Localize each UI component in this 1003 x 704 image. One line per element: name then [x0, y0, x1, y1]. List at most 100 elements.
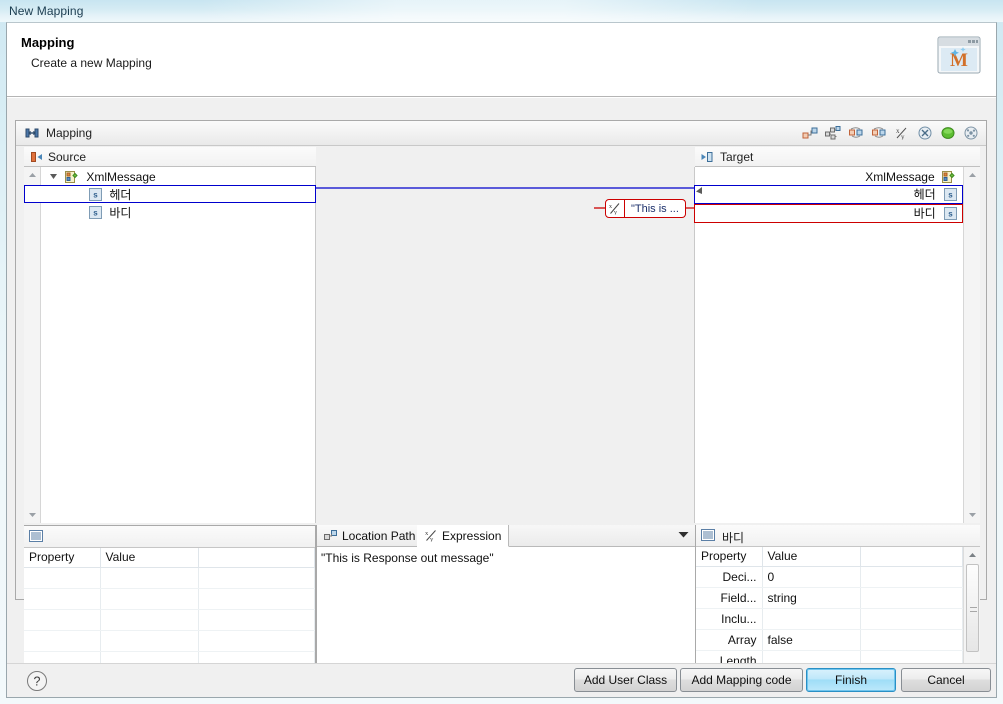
settings-icon[interactable] — [962, 124, 980, 142]
table-header-row: Property Value — [696, 547, 963, 566]
cell-extra — [860, 629, 963, 650]
table-row[interactable] — [24, 588, 315, 609]
tab-location-path[interactable]: Location Path — [317, 525, 423, 547]
scroll-down-icon[interactable] — [24, 507, 41, 523]
source-vertical-scrollbar[interactable] — [24, 167, 41, 523]
finish-button[interactable]: Finish — [806, 668, 896, 692]
cell-property — [24, 630, 100, 651]
target-properties-title: 바디 — [722, 529, 744, 546]
tree-item-xmlmessage-target[interactable]: XmlMessage — [695, 167, 963, 185]
target-properties-header: 바디 — [696, 525, 980, 547]
tree-item-label: 헤더 — [914, 187, 936, 201]
source-tree[interactable]: XmlMessage s 헤더 — [41, 167, 315, 523]
tab-expression[interactable]: x y Expression — [417, 525, 509, 547]
source-label: Source — [48, 150, 86, 164]
map-out-icon[interactable] — [870, 124, 888, 142]
cell-extra — [860, 608, 963, 629]
scroll-up-icon[interactable] — [964, 547, 980, 563]
source-arrow-icon — [30, 150, 44, 164]
table-row[interactable]: Inclu... — [696, 608, 963, 629]
add-user-class-button[interactable]: Add User Class — [574, 668, 677, 692]
cell-property: Deci... — [696, 566, 762, 587]
tree-item-body-target[interactable]: 바디 s — [694, 204, 963, 223]
svg-text:x: x — [425, 530, 429, 537]
cell-property — [24, 609, 100, 630]
xml-message-icon — [942, 170, 956, 184]
table-row[interactable]: Field... string — [696, 587, 963, 608]
string-field-icon: s — [944, 188, 957, 201]
column-property: Property — [24, 548, 100, 567]
table-row[interactable]: Deci... 0 — [696, 566, 963, 587]
properties-icon — [29, 529, 43, 543]
tree-item-xmlmessage[interactable]: XmlMessage — [41, 167, 315, 185]
table-header-row: Property Value — [24, 548, 315, 567]
wizard-banner: Mapping Create a new Mapping M — [7, 23, 996, 97]
expression-icon[interactable]: x y — [893, 124, 911, 142]
mapping-group-label: Mapping — [46, 126, 92, 140]
svg-text:?: ? — [34, 675, 41, 689]
mapping-icon — [25, 126, 39, 140]
table-row[interactable]: Array false — [696, 629, 963, 650]
scroll-thumb[interactable] — [966, 564, 979, 652]
map-all-icon[interactable] — [824, 124, 842, 142]
help-button[interactable]: ? — [25, 669, 49, 693]
cell-extra — [198, 567, 315, 588]
svg-text:s: s — [948, 191, 953, 200]
expression-icon: x y — [605, 199, 625, 218]
cell-property: Inclu... — [696, 608, 762, 629]
table-row[interactable] — [24, 567, 315, 588]
scroll-up-icon[interactable] — [24, 167, 41, 183]
validate-icon[interactable] — [939, 124, 957, 142]
string-field-icon: s — [89, 206, 102, 219]
column-extra — [198, 548, 315, 567]
page-title: Mapping — [21, 35, 74, 50]
target-label: Target — [720, 150, 753, 164]
new-mapping-dialog: New Mapping Mapping Create a new Mapping… — [0, 0, 1003, 704]
target-arrow-icon — [700, 150, 714, 164]
target-tree[interactable]: XmlMessage — [695, 167, 963, 523]
cell-value: 0 — [762, 566, 860, 587]
chevron-down-icon[interactable] — [678, 531, 689, 538]
tree-item-body-source[interactable]: s 바디 — [41, 203, 315, 221]
expression-node-label: "This is ... — [625, 199, 686, 218]
expression-icon: x y — [424, 529, 438, 542]
expression-content[interactable]: "This is Response out message" — [321, 551, 494, 565]
source-properties-header — [24, 526, 315, 548]
tree-item-header-target[interactable]: 헤더 s — [694, 185, 963, 204]
tab-label: Location Path — [342, 529, 415, 543]
add-mapping-code-button[interactable]: Add Mapping code — [680, 668, 803, 692]
mapping-canvas[interactable]: x y "This is ... — [316, 167, 695, 523]
selection-outline — [24, 185, 316, 203]
title-bar-glass — [200, 0, 760, 22]
column-extra — [860, 547, 963, 566]
svg-text:x: x — [896, 127, 900, 135]
remove-link-icon[interactable] — [916, 124, 934, 142]
dialog-client-area: Mapping Create a new Mapping M — [6, 22, 997, 698]
window-title: New Mapping — [9, 4, 83, 18]
svg-text:s: s — [93, 209, 98, 218]
map-in-icon[interactable] — [847, 124, 865, 142]
svg-text:y: y — [614, 210, 617, 215]
source-panel-header: Source — [24, 147, 316, 167]
dialog-button-bar: ? Add User Class Add Mapping code Finish… — [7, 663, 996, 697]
scroll-up-icon[interactable] — [964, 167, 981, 183]
svg-text:y: y — [430, 536, 434, 542]
tree-item-header-source[interactable]: s 헤더 — [41, 185, 315, 203]
cell-property — [24, 588, 100, 609]
cell-value — [100, 609, 198, 630]
column-value: Value — [762, 547, 860, 566]
table-row[interactable] — [24, 609, 315, 630]
tree-item-label: 헤더 — [109, 188, 131, 202]
target-vertical-scrollbar[interactable] — [963, 167, 980, 523]
auto-map-icon[interactable] — [801, 124, 819, 142]
cell-property — [24, 567, 100, 588]
cell-value: string — [762, 587, 860, 608]
cancel-button[interactable]: Cancel — [901, 668, 991, 692]
title-bar: New Mapping — [0, 0, 1003, 22]
scroll-down-icon[interactable] — [964, 507, 981, 523]
expression-node[interactable]: x y "This is ... — [605, 198, 686, 218]
svg-text:y: y — [901, 133, 905, 140]
expand-twisty-icon[interactable] — [49, 172, 58, 181]
table-row[interactable] — [24, 630, 315, 651]
location-path-icon — [324, 529, 338, 542]
